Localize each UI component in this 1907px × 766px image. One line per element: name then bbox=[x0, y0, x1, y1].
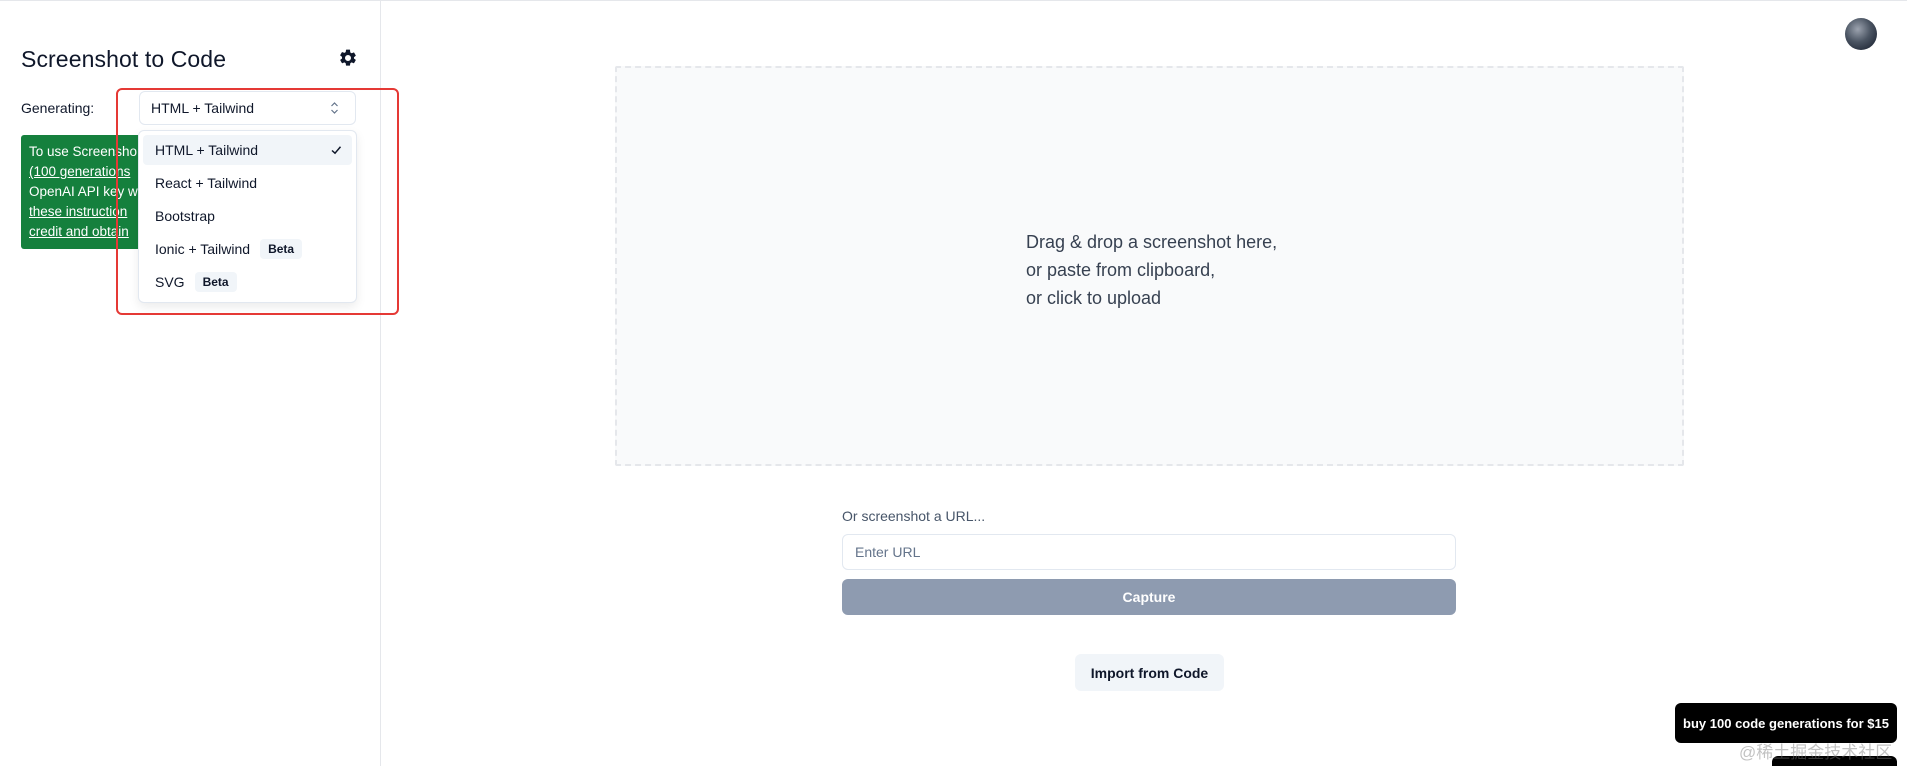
app-title: Screenshot to Code bbox=[21, 46, 227, 72]
stack-select-value: HTML + Tailwind bbox=[151, 100, 255, 116]
dropzone-line: or click to upload bbox=[1026, 288, 1162, 308]
gear-icon-svg bbox=[340, 49, 356, 66]
stack-option-html-tailwind[interactable]: HTML + Tailwind bbox=[143, 135, 352, 165]
check-icon bbox=[330, 143, 342, 155]
option-label: HTML + Tailwind bbox=[155, 142, 259, 158]
url-input[interactable] bbox=[842, 534, 1456, 570]
dropzone-line: Drag & drop a screenshot here, bbox=[1026, 232, 1278, 252]
chevron-up-down-icon bbox=[330, 101, 339, 115]
beta-badge: Beta bbox=[260, 239, 303, 259]
stack-option-svg[interactable]: SVG Beta bbox=[143, 267, 352, 297]
gear-icon[interactable] bbox=[338, 48, 358, 68]
option-label: Bootstrap bbox=[155, 208, 215, 224]
app-root: Screenshot to Code Generating: HTML + Ta… bbox=[0, 0, 1907, 766]
screenshot-dropzone[interactable]: Drag & drop a screenshot here, or paste … bbox=[615, 66, 1684, 466]
generating-label: Generating: bbox=[21, 100, 95, 116]
beta-badge: Beta bbox=[194, 272, 237, 292]
option-label: React + Tailwind bbox=[155, 175, 258, 191]
secondary-floating-button[interactable] bbox=[1772, 756, 1897, 766]
stack-option-ionic-tailwind[interactable]: Ionic + Tailwind Beta bbox=[143, 234, 352, 264]
import-from-code-button[interactable]: Import from Code bbox=[1075, 654, 1224, 691]
stack-select[interactable]: HTML + Tailwind bbox=[139, 91, 356, 125]
stack-option-bootstrap[interactable]: Bootstrap bbox=[143, 201, 352, 231]
stack-option-react-tailwind[interactable]: React + Tailwind bbox=[143, 168, 352, 198]
stack-dropdown-menu: HTML + Tailwind React + Tailwind Bootstr… bbox=[138, 130, 357, 303]
user-avatar[interactable] bbox=[1845, 18, 1877, 50]
option-label: Ionic + Tailwind bbox=[155, 241, 251, 257]
option-label: SVG bbox=[155, 274, 185, 290]
dropzone-line: or paste from clipboard, bbox=[1026, 260, 1216, 280]
url-label: Or screenshot a URL... bbox=[842, 508, 986, 524]
buy-generations-button[interactable]: buy 100 code generations for $15 bbox=[1675, 703, 1897, 743]
capture-button[interactable]: Capture bbox=[842, 579, 1456, 615]
sidebar: Screenshot to Code Generating: HTML + Ta… bbox=[0, 1, 399, 766]
dropzone-instructions: Drag & drop a screenshot here, or paste … bbox=[1026, 228, 1277, 312]
